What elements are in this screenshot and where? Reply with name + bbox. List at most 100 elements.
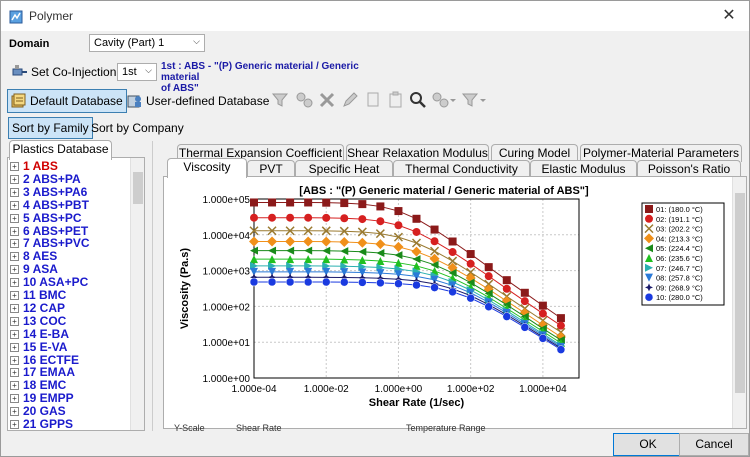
user-database-button[interactable]: User-defined Database xyxy=(123,89,273,113)
panel-scroll-thumb[interactable] xyxy=(735,193,745,393)
data-point xyxy=(303,236,314,247)
material-label: 9 ASA xyxy=(23,262,58,277)
data-point xyxy=(340,247,349,256)
data-point xyxy=(340,277,349,287)
expand-icon[interactable]: + xyxy=(10,407,19,417)
y-tick-label: 1.000e+01 xyxy=(202,338,250,349)
data-point xyxy=(466,293,475,303)
expand-icon[interactable]: + xyxy=(10,291,19,300)
viscosity-chart: 1.000e-04 1.000e-02 1.000e+00 1.000e+02 1.00… xyxy=(179,195,725,409)
temperature-range-label: Temperature Range xyxy=(406,423,486,433)
yscale-label: Y-Scale xyxy=(174,423,205,433)
data-point xyxy=(268,246,277,255)
expand-icon[interactable]: + xyxy=(10,278,19,288)
data-point xyxy=(484,272,493,281)
edit-icon[interactable] xyxy=(341,91,359,109)
expand-icon[interactable]: + xyxy=(10,420,19,429)
material-label: 17 EMAA xyxy=(23,365,76,380)
scroll-thumb[interactable] xyxy=(133,172,143,204)
filter-dropdown-icon[interactable] xyxy=(461,91,487,109)
x-tick-label: 1.000e-04 xyxy=(231,384,276,395)
cancel-button[interactable]: Cancel xyxy=(679,433,749,456)
data-point xyxy=(538,334,548,343)
legend-label: 07: (246.7 °C) xyxy=(656,264,703,273)
data-point xyxy=(285,277,295,287)
y-tick-label: 1.000e+05 xyxy=(202,195,250,206)
data-point xyxy=(249,277,259,287)
add-filter-icon[interactable] xyxy=(295,91,313,109)
compare-dropdown-icon[interactable] xyxy=(431,91,457,109)
expand-icon[interactable]: + xyxy=(10,226,19,236)
material-label: 8 AES xyxy=(23,249,58,264)
sort-by-family-button[interactable]: Sort by Family xyxy=(8,117,93,139)
data-point xyxy=(411,238,422,248)
paste-icon[interactable] xyxy=(387,91,405,109)
data-point xyxy=(556,345,566,354)
x-tick-label: 1.000e+02 xyxy=(447,384,495,395)
delete-icon[interactable] xyxy=(318,91,336,109)
chevron-down-icon: ⌵ xyxy=(193,36,200,46)
coinjection-icon xyxy=(12,65,27,76)
data-point xyxy=(448,237,457,246)
y-tick-label: 1.000e+02 xyxy=(202,302,250,313)
expand-icon[interactable]: + xyxy=(10,239,19,249)
expand-icon[interactable]: + xyxy=(10,162,19,171)
coinjection-select[interactable]: 1st ⌵ xyxy=(117,63,157,81)
data-point xyxy=(394,221,403,230)
data-point xyxy=(520,323,530,332)
title-bar: Polymer ✕ xyxy=(1,1,749,31)
panel-scrollbar[interactable] xyxy=(732,177,746,428)
sort-by-company-button[interactable]: Sort by Company xyxy=(87,117,188,139)
material-item[interactable]: +21 GPPS xyxy=(10,418,73,431)
ok-button[interactable]: OK xyxy=(613,433,683,456)
expand-icon[interactable]: + xyxy=(10,316,19,326)
default-database-button[interactable]: Default Database xyxy=(7,89,127,113)
tab-viscosity[interactable]: Viscosity xyxy=(167,158,247,178)
polymer-dialog: Polymer ✕ Domain Cavity (Part) 1 ⌵ Set C… xyxy=(0,0,750,457)
filter-icon[interactable] xyxy=(271,91,289,109)
data-point xyxy=(376,217,385,226)
material-label: 6 ABS+PET xyxy=(23,223,89,238)
coinjection-label: Set Co-Injection xyxy=(31,65,117,79)
expand-icon[interactable]: + xyxy=(10,381,19,391)
database-icon xyxy=(11,93,26,108)
expand-icon[interactable]: + xyxy=(10,265,19,275)
data-point xyxy=(268,213,277,222)
legend-label: 01: (180.0 °C) xyxy=(656,205,703,214)
close-icon[interactable]: ✕ xyxy=(719,6,739,26)
expand-icon[interactable]: + xyxy=(10,252,19,262)
data-point xyxy=(340,214,349,223)
expand-icon[interactable]: + xyxy=(10,342,19,352)
expand-icon[interactable]: + xyxy=(10,174,19,184)
copy-icon[interactable] xyxy=(365,91,383,109)
panel-splitter[interactable] xyxy=(152,141,160,431)
expand-icon[interactable]: + xyxy=(10,368,19,378)
material-label: 13 COC xyxy=(23,313,67,328)
series-line xyxy=(254,240,562,338)
expand-icon[interactable]: + xyxy=(10,355,19,365)
data-point xyxy=(644,292,654,302)
expand-icon[interactable]: + xyxy=(10,303,19,313)
expand-icon[interactable]: + xyxy=(10,200,19,210)
data-point xyxy=(286,198,295,207)
material-list-scrollbar[interactable] xyxy=(130,158,144,430)
data-point xyxy=(394,279,403,288)
series-line xyxy=(254,265,562,346)
data-point xyxy=(286,213,295,222)
data-point xyxy=(303,277,313,287)
data-point xyxy=(538,301,547,310)
material-label: 2 ABS+PA xyxy=(23,171,81,186)
expand-icon[interactable]: + xyxy=(10,213,19,223)
material-label: 4 ABS+PBT xyxy=(23,197,89,212)
expand-icon[interactable]: + xyxy=(10,394,19,404)
data-point xyxy=(376,202,385,211)
tab-plastics-database[interactable]: Plastics Database xyxy=(9,140,112,160)
search-icon[interactable] xyxy=(409,91,427,109)
polymer-app-icon xyxy=(9,10,23,24)
expand-icon[interactable]: + xyxy=(10,187,19,197)
expand-icon[interactable]: + xyxy=(10,329,19,339)
viscosity-panel: [ABS : "(P) Generic material / Generic m… xyxy=(163,176,747,433)
data-point xyxy=(411,246,422,257)
domain-select[interactable]: Cavity (Part) 1 ⌵ xyxy=(89,34,205,52)
material-label: 5 ABS+PC xyxy=(23,210,82,225)
